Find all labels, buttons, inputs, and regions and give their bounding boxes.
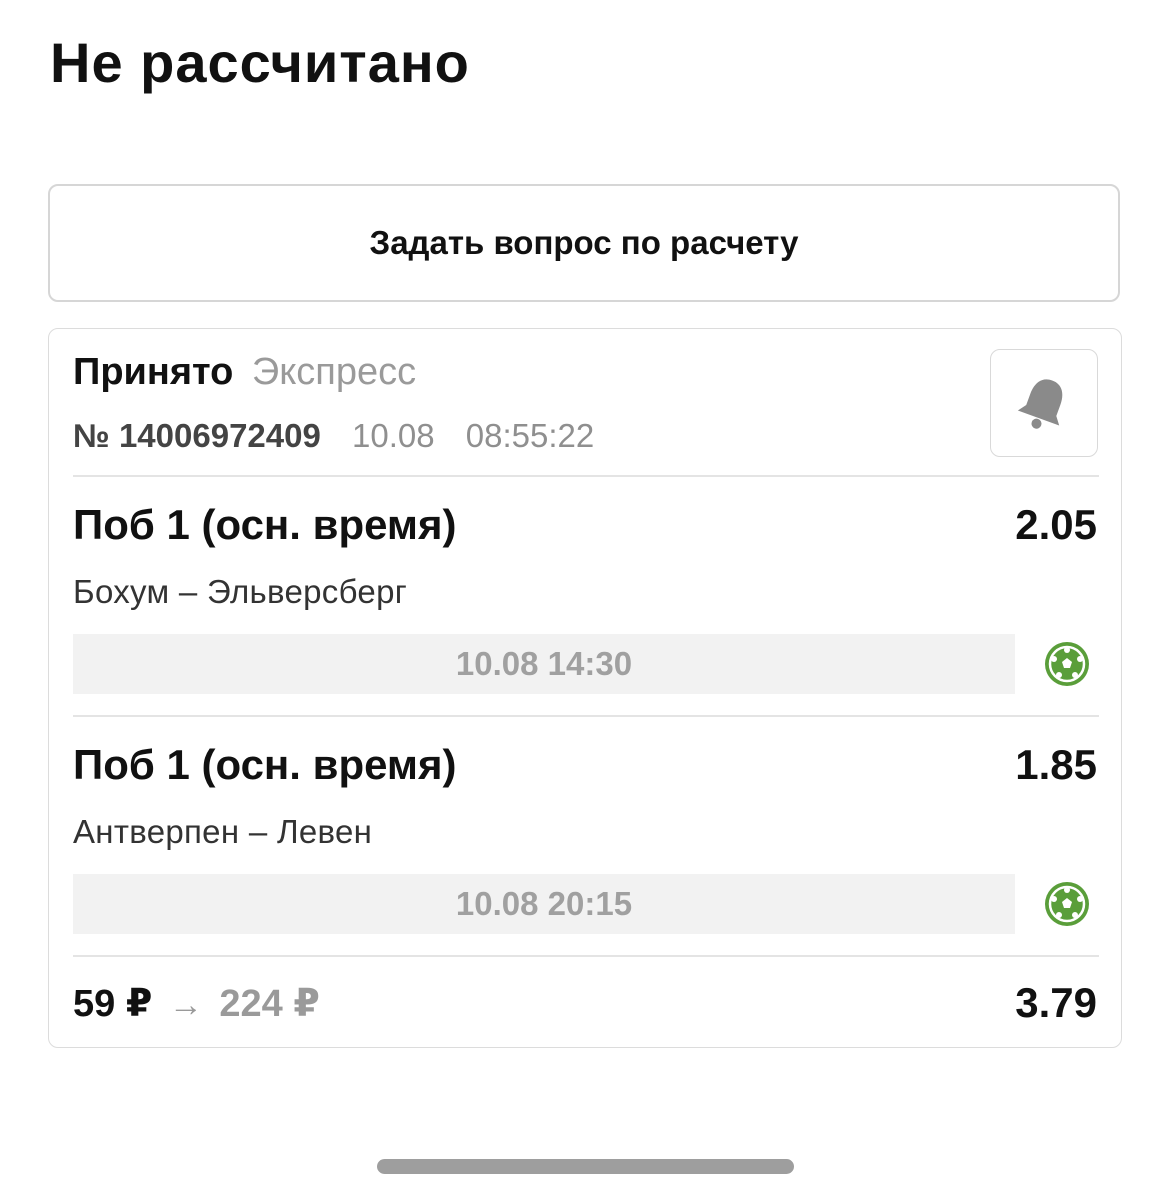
ask-settlement-question-button[interactable]: Задать вопрос по расчету (48, 184, 1120, 302)
bet-status: Принято (73, 351, 234, 393)
soccer-ball-icon (1045, 882, 1089, 926)
soccer-ball-icon (1045, 642, 1089, 686)
event-datetime: 10.08 20:15 (73, 874, 1015, 934)
event-datetime: 10.08 14:30 (73, 634, 1015, 694)
divider (73, 715, 1099, 717)
notification-bell-button[interactable] (990, 349, 1098, 457)
bet-date: 10.08 (352, 417, 435, 454)
event-teams[interactable]: Бохум – Эльверсберг (73, 573, 407, 611)
bet-number: № 14006972409 (73, 417, 321, 454)
bet-time: 08:55:22 (465, 417, 595, 454)
bell-icon (1017, 379, 1063, 429)
event-odds: 1.85 (1015, 741, 1097, 788)
page-title: Не рассчитано (50, 31, 470, 94)
potential-payout: 224 ₽ (219, 983, 320, 1025)
bet-meta-line: № 14006972409 10.08 08:55:22 (73, 417, 594, 455)
bet-card: Принято Экспресс № 14006972409 10.08 08:… (48, 328, 1122, 1048)
total-odds: 3.79 (1015, 979, 1097, 1026)
bet-type: Экспресс (251, 351, 417, 393)
arrow-right-icon: → (168, 986, 203, 1024)
bet-status-line: Принято Экспресс (73, 351, 416, 394)
event-market: Поб 1 (осн. время) (73, 741, 457, 788)
event-market: Поб 1 (осн. время) (73, 501, 457, 548)
event-odds: 2.05 (1015, 501, 1097, 548)
divider (73, 475, 1099, 477)
event-teams[interactable]: Антверпен – Левен (73, 813, 372, 851)
stake-summary: 59 ₽ → 224 ₽ (73, 981, 320, 1026)
stake-amount: 59 ₽ (73, 983, 153, 1025)
divider (73, 955, 1099, 957)
home-indicator[interactable] (377, 1159, 794, 1174)
